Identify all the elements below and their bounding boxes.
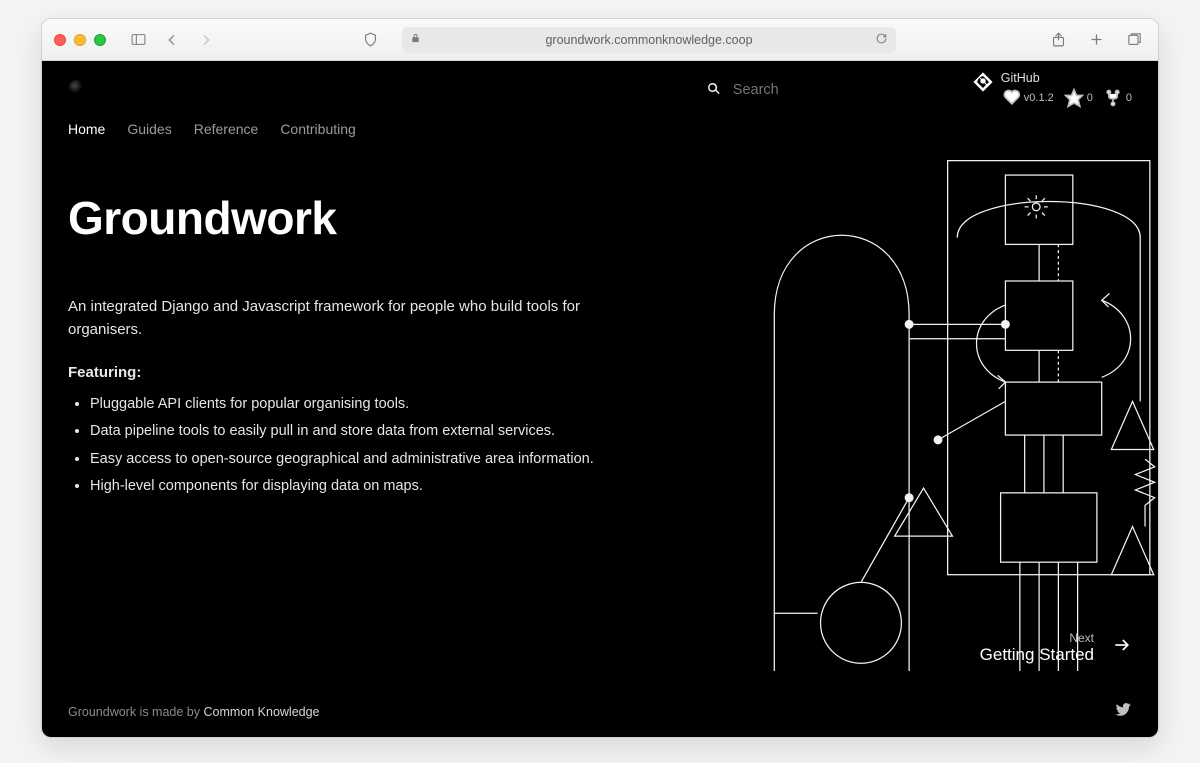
hero-illustration <box>708 151 1158 671</box>
next-title: Getting Started <box>980 645 1094 664</box>
next-label: Next <box>980 631 1094 645</box>
site-footer: Groundwork is made by Common Knowledge <box>68 700 1132 723</box>
twitter-icon[interactable] <box>1114 700 1132 723</box>
primary-nav: Home Guides Reference Contributing <box>42 109 1158 141</box>
window-close-button[interactable] <box>54 34 66 46</box>
feature-item: High-level components for displaying dat… <box>90 473 656 501</box>
site-header: GitHub v0.1.2 0 0 <box>42 61 1158 109</box>
footer-author-link[interactable]: Common Knowledge <box>203 705 319 719</box>
browser-titlebar: groundwork.commonknowledge.coop <box>42 19 1158 61</box>
search-field[interactable] <box>705 80 853 101</box>
share-icon[interactable] <box>1046 28 1070 52</box>
search-icon <box>705 80 723 101</box>
search-input[interactable] <box>733 82 853 98</box>
address-bar[interactable]: groundwork.commonknowledge.coop <box>402 27 896 53</box>
featuring-heading: Featuring: <box>68 364 656 381</box>
nav-guides[interactable]: Guides <box>127 121 171 141</box>
sidebar-toggle-icon[interactable] <box>126 28 150 52</box>
new-tab-icon[interactable] <box>1084 28 1108 52</box>
hero: Groundwork An integrated Django and Java… <box>42 141 682 501</box>
github-repo-link[interactable]: GitHub v0.1.2 0 0 <box>973 72 1132 108</box>
feature-item: Easy access to open-source geographical … <box>90 446 656 474</box>
page-title: Groundwork <box>68 191 656 245</box>
feature-item: Pluggable API clients for popular organi… <box>90 391 656 419</box>
nav-contributing[interactable]: Contributing <box>280 121 356 141</box>
next-page-link[interactable]: Next Getting Started <box>980 631 1132 665</box>
forward-button[interactable] <box>194 28 218 52</box>
shield-icon[interactable] <box>358 28 382 52</box>
window-minimize-button[interactable] <box>74 34 86 46</box>
lock-icon <box>410 33 421 47</box>
page-viewport: GitHub v0.1.2 0 0 <box>42 61 1158 737</box>
reload-icon[interactable] <box>875 32 888 48</box>
traffic-lights <box>54 34 106 46</box>
github-stars: 0 <box>1064 88 1093 108</box>
feature-item: Data pipeline tools to easily pull in an… <box>90 418 656 446</box>
browser-window: groundwork.commonknowledge.coop <box>41 18 1159 738</box>
arrow-right-icon <box>1112 635 1132 661</box>
nav-home[interactable]: Home <box>68 121 105 141</box>
tab-overview-icon[interactable] <box>1122 28 1146 52</box>
github-version: v0.1.2 <box>1001 88 1054 108</box>
footer-prefix: Groundwork is made by <box>68 705 203 719</box>
page-lede: An integrated Django and Javascript fram… <box>68 295 588 342</box>
address-bar-url: groundwork.commonknowledge.coop <box>545 33 752 47</box>
github-label: GitHub <box>1001 72 1132 86</box>
site-logo[interactable] <box>68 79 90 101</box>
window-zoom-button[interactable] <box>94 34 106 46</box>
nav-reference[interactable]: Reference <box>194 121 259 141</box>
back-button[interactable] <box>160 28 184 52</box>
github-forks: 0 <box>1103 88 1132 108</box>
feature-list: Pluggable API clients for popular organi… <box>68 391 656 501</box>
github-icon <box>973 72 993 95</box>
